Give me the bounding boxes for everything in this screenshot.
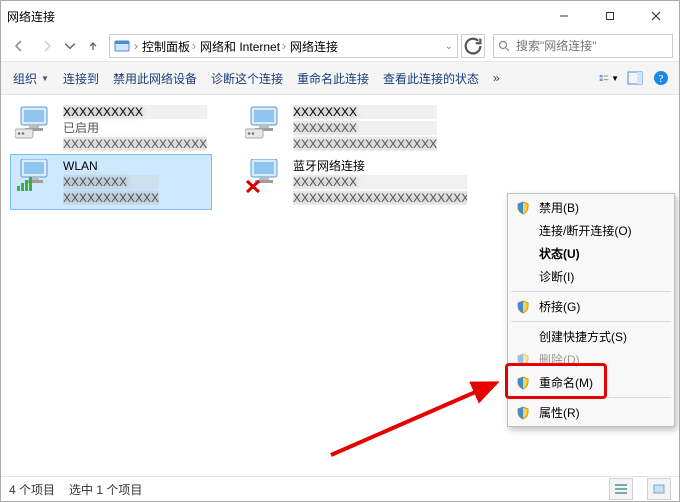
arrow-left-icon (13, 40, 25, 52)
search-box[interactable] (493, 34, 673, 58)
view-details-button[interactable] (609, 478, 633, 500)
red-x-icon (247, 181, 259, 192)
toolbar-view-button[interactable]: ▼ (599, 68, 619, 88)
menu-item-status[interactable]: 状态(U) (509, 242, 673, 265)
menu-item-create-shortcut[interactable]: 创建快捷方式(S) (509, 325, 673, 348)
search-input[interactable] (514, 38, 673, 54)
arrow-up-icon (87, 40, 99, 52)
menu-item-connect-disconnect[interactable]: 连接/断开连接(O) (509, 219, 673, 242)
menu-item-disable[interactable]: 禁用(B) (509, 196, 673, 219)
item-status: XXXXXXXX (63, 175, 159, 189)
address-bar[interactable]: › 控制面板 › 网络和 Internet › 网络连接 ⌄ (109, 34, 458, 58)
shield-icon (516, 353, 530, 367)
maximize-button[interactable] (587, 1, 633, 31)
nav-up-button[interactable] (81, 34, 105, 58)
item-name: XXXXXXXX (293, 105, 437, 119)
refresh-icon (462, 35, 484, 57)
context-menu: 禁用(B) 连接/断开连接(O) 状态(U) 诊断(I) 桥接(G) 创建快捷方… (507, 193, 675, 427)
network-item-wlan[interactable]: WLAN XXXXXXXX XXXXXXXXXXXX (11, 155, 211, 209)
breadcrumb-item[interactable]: 网络和 Internet › (200, 38, 286, 55)
item-status: XXXXXXXX (293, 175, 467, 189)
item-name: WLAN (63, 159, 159, 173)
chevron-down-icon[interactable]: ⌄ (445, 41, 453, 52)
annotation-arrow (301, 315, 521, 465)
preview-pane-icon (627, 71, 643, 85)
toolbar-help-button[interactable]: ? (651, 68, 671, 88)
network-adapter-icon (245, 159, 287, 193)
content-area[interactable]: XXXXXXXXXX 已启用 XXXXXXXXXXXXXXXXXX XXXXXX… (1, 95, 679, 476)
toolbar-disable-device[interactable]: 禁用此网络设备 (109, 67, 201, 90)
breadcrumb-item[interactable]: 控制面板 › (142, 38, 196, 55)
item-detail: XXXXXXXXXXXXXXXXXX (63, 137, 207, 151)
item-name: XXXXXXXXXX (63, 105, 207, 119)
shield-icon (516, 376, 530, 390)
toolbar-diagnose[interactable]: 诊断这个连接 (207, 67, 287, 90)
menu-item-diagnose[interactable]: 诊断(I) (509, 265, 673, 288)
network-item[interactable]: XXXXXXXX XXXXXXXX XXXXXXXXXXXXXXXXXX (241, 101, 441, 155)
status-selected-count: 选中 1 个项目 (69, 481, 142, 498)
network-adapter-icon (15, 159, 57, 193)
toolbar-view-status[interactable]: 查看此连接的状态 (379, 67, 483, 90)
status-bar: 4 个项目 选中 1 个项目 (1, 476, 679, 501)
shield-icon (516, 406, 530, 420)
view-icon (599, 71, 610, 85)
item-status: XXXXXXXX (293, 121, 437, 135)
network-adapter-icon (15, 105, 57, 139)
minimize-button[interactable] (541, 1, 587, 31)
toolbar-preview-button[interactable] (625, 68, 645, 88)
toolbar-connect-to[interactable]: 连接到 (59, 67, 103, 90)
menu-item-rename[interactable]: 重命名(M) (509, 371, 673, 394)
window-title: 网络连接 (7, 8, 55, 25)
svg-text:?: ? (659, 73, 664, 85)
nav-back-button[interactable] (7, 34, 31, 58)
item-name: 蓝牙网络连接 (293, 159, 467, 173)
toolbar-organize[interactable]: 组织▼ (9, 67, 53, 90)
maximize-icon (605, 11, 615, 21)
nav-recent-button[interactable] (63, 34, 77, 58)
menu-item-properties[interactable]: 属性(R) (509, 401, 673, 424)
control-panel-icon (114, 38, 130, 54)
network-adapter-icon (245, 105, 287, 139)
close-button[interactable] (633, 1, 679, 31)
minimize-icon (559, 11, 569, 21)
item-detail: XXXXXXXXXXXX (63, 191, 159, 205)
close-icon (651, 11, 661, 21)
item-detail: XXXXXXXXXXXXXXXXXX (293, 137, 437, 151)
toolbar-more[interactable]: » (489, 68, 504, 88)
title-bar: 网络连接 (1, 1, 679, 31)
shield-icon (516, 201, 530, 215)
breadcrumb-item[interactable]: 网络连接 (290, 38, 338, 55)
refresh-button[interactable] (461, 34, 485, 58)
item-detail: XXXXXXXXXXXXXXXXXXXXXXXXXX (293, 191, 467, 205)
details-view-icon (615, 484, 627, 494)
command-bar: 组织▼ 连接到 禁用此网络设备 诊断这个连接 重命名此连接 查看此连接的状态 »… (1, 61, 679, 95)
large-icons-view-icon (653, 484, 665, 494)
network-item[interactable]: XXXXXXXXXX 已启用 XXXXXXXXXXXXXXXXXX (11, 101, 211, 155)
nav-row: › 控制面板 › 网络和 Internet › 网络连接 ⌄ (1, 31, 679, 61)
help-icon: ? (653, 70, 669, 86)
status-item-count: 4 个项目 (9, 481, 55, 498)
shield-icon (516, 300, 530, 314)
nav-forward-button[interactable] (35, 34, 59, 58)
chevron-right-icon: › (134, 39, 138, 53)
menu-item-delete: 删除(D) (509, 348, 673, 371)
search-icon (498, 40, 510, 52)
menu-item-bridge[interactable]: 桥接(G) (509, 295, 673, 318)
arrow-right-icon (41, 40, 53, 52)
network-item-bluetooth[interactable]: 蓝牙网络连接 XXXXXXXX XXXXXXXXXXXXXXXXXXXXXXXX… (241, 155, 471, 209)
chevron-down-icon (64, 40, 76, 52)
view-large-icons-button[interactable] (647, 478, 671, 500)
item-status: 已启用 (63, 121, 207, 135)
toolbar-rename[interactable]: 重命名此连接 (293, 67, 373, 90)
